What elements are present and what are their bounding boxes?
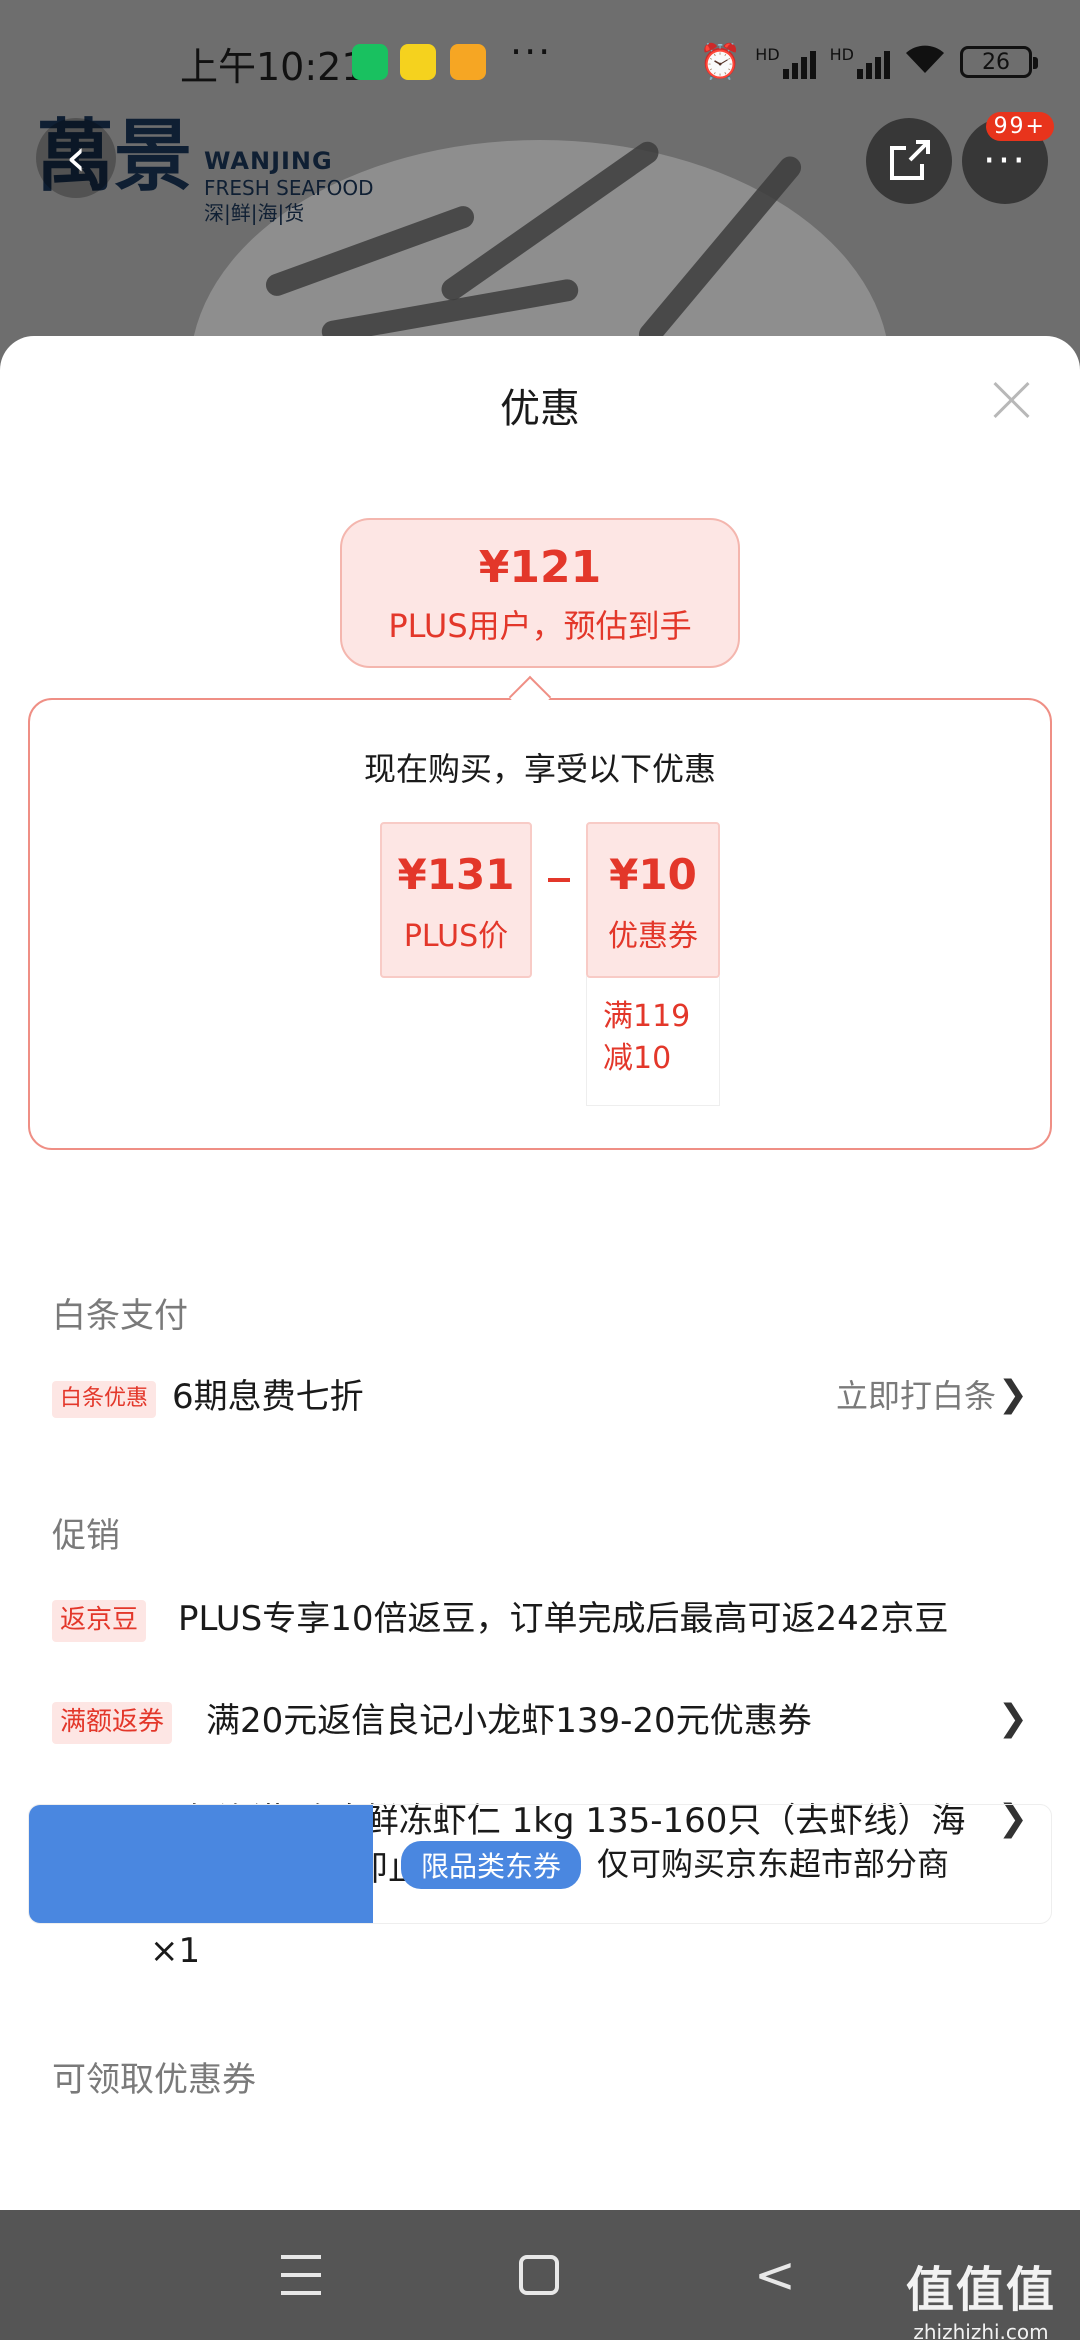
close-icon[interactable]	[992, 380, 1032, 420]
alarm-icon: ⏰	[698, 42, 742, 82]
plus-price-box: ¥131 PLUS价	[380, 822, 532, 978]
baitiao-tag: 白条优惠	[52, 1381, 157, 1418]
status-time: 上午10:21	[180, 45, 366, 89]
app-notification-icon	[450, 44, 486, 80]
status-more-icon: ···	[510, 30, 553, 74]
coupon-box: ¥10 优惠券	[586, 822, 720, 978]
signal-icon: HD	[755, 45, 816, 79]
baitiao-text: 6期息费七折	[172, 1377, 364, 1417]
back-icon[interactable]: <	[740, 2240, 810, 2310]
coupon-card[interactable]: 限品类东券 仅可购买京东超市部分商	[28, 1804, 1052, 1924]
promotion-tag: 返京豆	[52, 1600, 147, 1642]
logo-text: WANJING FRESH SEAFOOD 深|鲜|海|货	[204, 147, 374, 225]
chevron-right-icon: ❯	[997, 1698, 1028, 1739]
discount-sheet: 优惠 ¥121 PLUS用户，预估到手 现在购买，享受以下优惠 ¥131 PLU…	[0, 336, 1080, 2210]
status-bar: 上午10:21 ··· ⏰ HD HD 26	[0, 0, 1080, 124]
coupon-category-tag: 限品类东券	[401, 1841, 582, 1889]
back-button[interactable]: ‹	[36, 118, 116, 198]
minus-sign	[548, 878, 570, 882]
coupon-description: 仅可购买京东超市部分商	[597, 1845, 950, 1883]
more-menu-button[interactable]: ··· 99+	[962, 112, 1054, 204]
promotion-text: 满20元返信良记小龙虾139-20元优惠券	[206, 1701, 812, 1741]
coupon-value-panel	[29, 1805, 373, 1923]
wechat-icon	[352, 44, 388, 80]
home-icon[interactable]	[504, 2240, 574, 2310]
baitiao-section-title: 白条支付	[52, 1296, 188, 1336]
estimated-price: ¥121	[478, 542, 602, 593]
watermark: 值值值 zhizhizhi.com	[905, 2262, 1056, 2340]
baitiao-action[interactable]: 立即打白条	[836, 1374, 996, 1419]
sheet-title: 优惠	[500, 386, 580, 432]
chevron-right-icon: ❯	[997, 1374, 1028, 1415]
promotion-tag: 满额返券	[52, 1702, 173, 1744]
coupons-section-title: 可领取优惠券	[52, 2060, 256, 2100]
message-badge: 99+	[985, 112, 1054, 141]
estimated-price-label: PLUS用户，预估到手	[388, 607, 692, 645]
status-indicators: ⏰ HD HD 26	[698, 40, 1038, 84]
share-icon	[890, 140, 930, 180]
menu-icon[interactable]	[266, 2240, 336, 2310]
estimated-price-card: ¥121 PLUS用户，预估到手	[340, 518, 740, 668]
chevron-left-icon: ‹	[65, 128, 87, 188]
battery-icon: 26	[960, 46, 1038, 78]
wifi-icon	[904, 43, 946, 82]
more-icon: ···	[982, 138, 1028, 184]
gift-quantity: ×1	[150, 1931, 201, 1971]
breakdown-heading: 现在购买，享受以下优惠	[363, 750, 716, 788]
signal-icon: HD	[830, 45, 890, 79]
coupon-condition: 满119 减10	[586, 976, 720, 1106]
share-button[interactable]	[866, 118, 952, 204]
discount-breakdown: 现在购买，享受以下优惠 ¥131 PLUS价 ¥10 优惠券 满119 减10	[28, 698, 1052, 1150]
promotion-section-title: 促销	[52, 1516, 120, 1556]
promotion-text: PLUS专享10倍返豆，订单完成后最高可返242京豆	[178, 1599, 949, 1639]
app-notification-icon	[400, 44, 436, 80]
